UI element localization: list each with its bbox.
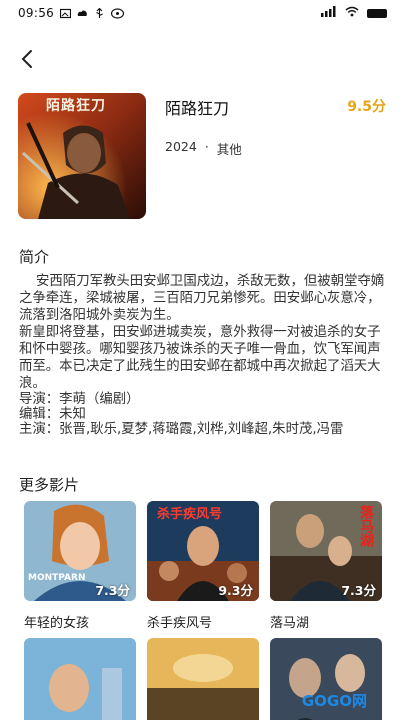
poster-text: 杀手疾风号 bbox=[157, 507, 223, 522]
chevron-left-icon bbox=[21, 50, 32, 68]
battery-icon bbox=[367, 8, 387, 18]
status-time: 09:56 bbox=[18, 6, 55, 20]
card-poster: 落马湖 7.3分 bbox=[270, 501, 382, 601]
movie-card[interactable]: 落马湖 7.3分 落马湖 bbox=[270, 501, 382, 631]
credits: 导演：李萌（编剧） 编辑：未知 主演：张晋,耿乐,夏梦,蒋璐霞,刘桦,刘峰超,朱… bbox=[19, 392, 389, 437]
synopsis-text: 安西陌刀军教头田安邺卫国戍边，杀敌无数，但被朝堂夺嫡之争牵连，梁城被屠，三百陌刀… bbox=[19, 274, 385, 391]
poster-title-text: 陌路狂刀 bbox=[46, 98, 106, 114]
usb-icon bbox=[94, 7, 105, 19]
status-bar: 09:56 bbox=[0, 0, 405, 26]
synopsis-heading: 简介 bbox=[19, 248, 50, 266]
image-icon bbox=[59, 8, 72, 19]
meta-separator: · bbox=[204, 139, 209, 154]
sim-icon bbox=[110, 7, 125, 19]
card-score: 9.3分 bbox=[218, 583, 253, 598]
cast-line: 主演：张晋,耿乐,夏梦,蒋璐霞,刘桦,刘峰超,朱时茂,冯雷 bbox=[19, 422, 344, 437]
director-line: 导演：李萌（编剧） bbox=[19, 392, 140, 407]
signal-icon bbox=[321, 6, 337, 20]
movie-meta: 2024 · 其他 bbox=[165, 139, 242, 158]
card-poster: MONTPARN 7.3分 bbox=[24, 501, 136, 601]
more-heading: 更多影片 bbox=[19, 476, 80, 494]
movie-year: 2024 bbox=[165, 139, 197, 154]
card-score: 7.3分 bbox=[95, 583, 130, 598]
cloud-icon bbox=[77, 8, 88, 19]
card-title: 落马湖 bbox=[270, 616, 310, 631]
poster-text: 落马湖 bbox=[358, 505, 374, 547]
card-poster bbox=[24, 638, 136, 720]
movie-genre: 其他 bbox=[216, 142, 242, 157]
movie-title: 陌路狂刀 bbox=[165, 99, 230, 118]
card-title: 年轻的女孩 bbox=[24, 616, 90, 631]
card-poster bbox=[147, 638, 259, 720]
movie-card[interactable] bbox=[24, 638, 136, 720]
movie-poster: 陌路狂刀 bbox=[18, 93, 146, 219]
card-title: 杀手疾风号 bbox=[147, 616, 213, 631]
movie-card[interactable]: 杀手疾风号 9.3分 杀手疾风号 bbox=[147, 501, 259, 631]
poster-text: MONTPARN bbox=[28, 573, 86, 583]
card-poster: 杀手疾风号 9.3分 bbox=[147, 501, 259, 601]
wifi-icon bbox=[345, 6, 359, 20]
back-button[interactable] bbox=[14, 46, 40, 72]
movie-card[interactable] bbox=[147, 638, 259, 720]
card-score: 7.3分 bbox=[341, 583, 376, 598]
writer-line: 编辑：未知 bbox=[19, 407, 86, 422]
movie-card[interactable]: MONTPARN 7.3分 年轻的女孩 bbox=[24, 501, 136, 631]
watermark-logo: GOGO网 bbox=[301, 692, 367, 710]
movie-score: 9.5分 bbox=[347, 99, 386, 115]
